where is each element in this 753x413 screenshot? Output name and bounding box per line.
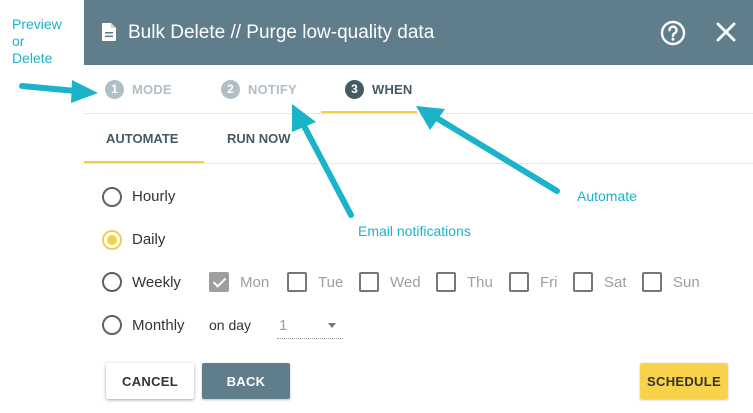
radio-label-weekly: Weekly xyxy=(132,274,181,291)
back-button[interactable]: BACK xyxy=(202,363,290,399)
document-icon xyxy=(102,23,116,41)
weekday-label: Wed xyxy=(390,273,421,291)
checkbox[interactable] xyxy=(436,272,456,292)
weekday-thu[interactable]: Thu xyxy=(436,272,493,292)
annotation-line: or xyxy=(12,33,25,49)
step-label: MODE xyxy=(132,81,172,97)
step-label: WHEN xyxy=(372,81,413,97)
divider xyxy=(84,163,753,164)
annotation-preview-or-delete: Preview or Delete xyxy=(12,16,62,67)
checkbox[interactable] xyxy=(287,272,307,292)
weekday-label: Fri xyxy=(540,273,558,291)
close-icon[interactable] xyxy=(716,22,736,42)
weekday-label: Sun xyxy=(673,273,700,291)
weekday-label: Sat xyxy=(604,273,627,291)
weekday-fri[interactable]: Fri xyxy=(509,272,558,292)
weekday-wed[interactable]: Wed xyxy=(359,272,421,292)
checkbox[interactable] xyxy=(642,272,662,292)
select-value: 1 xyxy=(279,317,288,334)
bulk-delete-dialog: Bulk Delete // Purge low-quality data 1 … xyxy=(84,0,753,413)
step-label: NOTIFY xyxy=(248,81,297,97)
step-when[interactable]: 3 WHEN xyxy=(345,78,413,100)
dialog-header: Bulk Delete // Purge low-quality data xyxy=(84,0,753,65)
divider xyxy=(84,113,753,114)
checkbox[interactable] xyxy=(573,272,593,292)
radio-weekly[interactable] xyxy=(102,272,122,292)
radio-label-daily: Daily xyxy=(132,231,166,248)
tab-run-now[interactable]: RUN NOW xyxy=(227,131,291,146)
checkbox[interactable] xyxy=(209,272,229,292)
radio-daily[interactable] xyxy=(102,230,122,250)
annotation-line: Delete xyxy=(12,50,53,66)
weekday-sun[interactable]: Sun xyxy=(642,272,700,292)
annotation-email-notifications: Email notifications xyxy=(358,223,471,239)
weekday-label: Thu xyxy=(467,273,493,291)
cancel-button[interactable]: CANCEL xyxy=(106,363,194,399)
dialog-title: Bulk Delete // Purge low-quality data xyxy=(128,22,435,43)
weekday-mon[interactable]: Mon xyxy=(209,272,269,292)
checkbox[interactable] xyxy=(509,272,529,292)
tab-automate[interactable]: AUTOMATE xyxy=(106,131,178,146)
chevron-down-icon xyxy=(328,323,336,328)
weekday-label: Tue xyxy=(318,273,344,291)
step-mode[interactable]: 1 MODE xyxy=(105,78,172,100)
radio-label-monthly: Monthly xyxy=(132,317,185,334)
step-number: 3 xyxy=(345,79,364,99)
weekday-sat[interactable]: Sat xyxy=(573,272,627,292)
day-of-month-select[interactable]: 1 xyxy=(277,314,343,339)
step-number: 1 xyxy=(105,79,124,99)
schedule-button[interactable]: SCHEDULE xyxy=(640,363,728,399)
weekday-tue[interactable]: Tue xyxy=(287,272,343,292)
step-number: 2 xyxy=(221,79,240,99)
annotation-line: Preview xyxy=(12,16,62,32)
radio-hourly[interactable] xyxy=(102,187,122,207)
weekday-label: Mon xyxy=(240,273,270,291)
help-icon[interactable] xyxy=(660,20,686,46)
radio-label-hourly: Hourly xyxy=(132,188,176,205)
step-notify[interactable]: 2 NOTIFY xyxy=(221,78,297,100)
on-day-label: on day xyxy=(209,317,252,333)
checkbox[interactable] xyxy=(359,272,379,292)
radio-monthly[interactable] xyxy=(102,315,122,335)
annotation-automate: Automate xyxy=(577,188,637,204)
